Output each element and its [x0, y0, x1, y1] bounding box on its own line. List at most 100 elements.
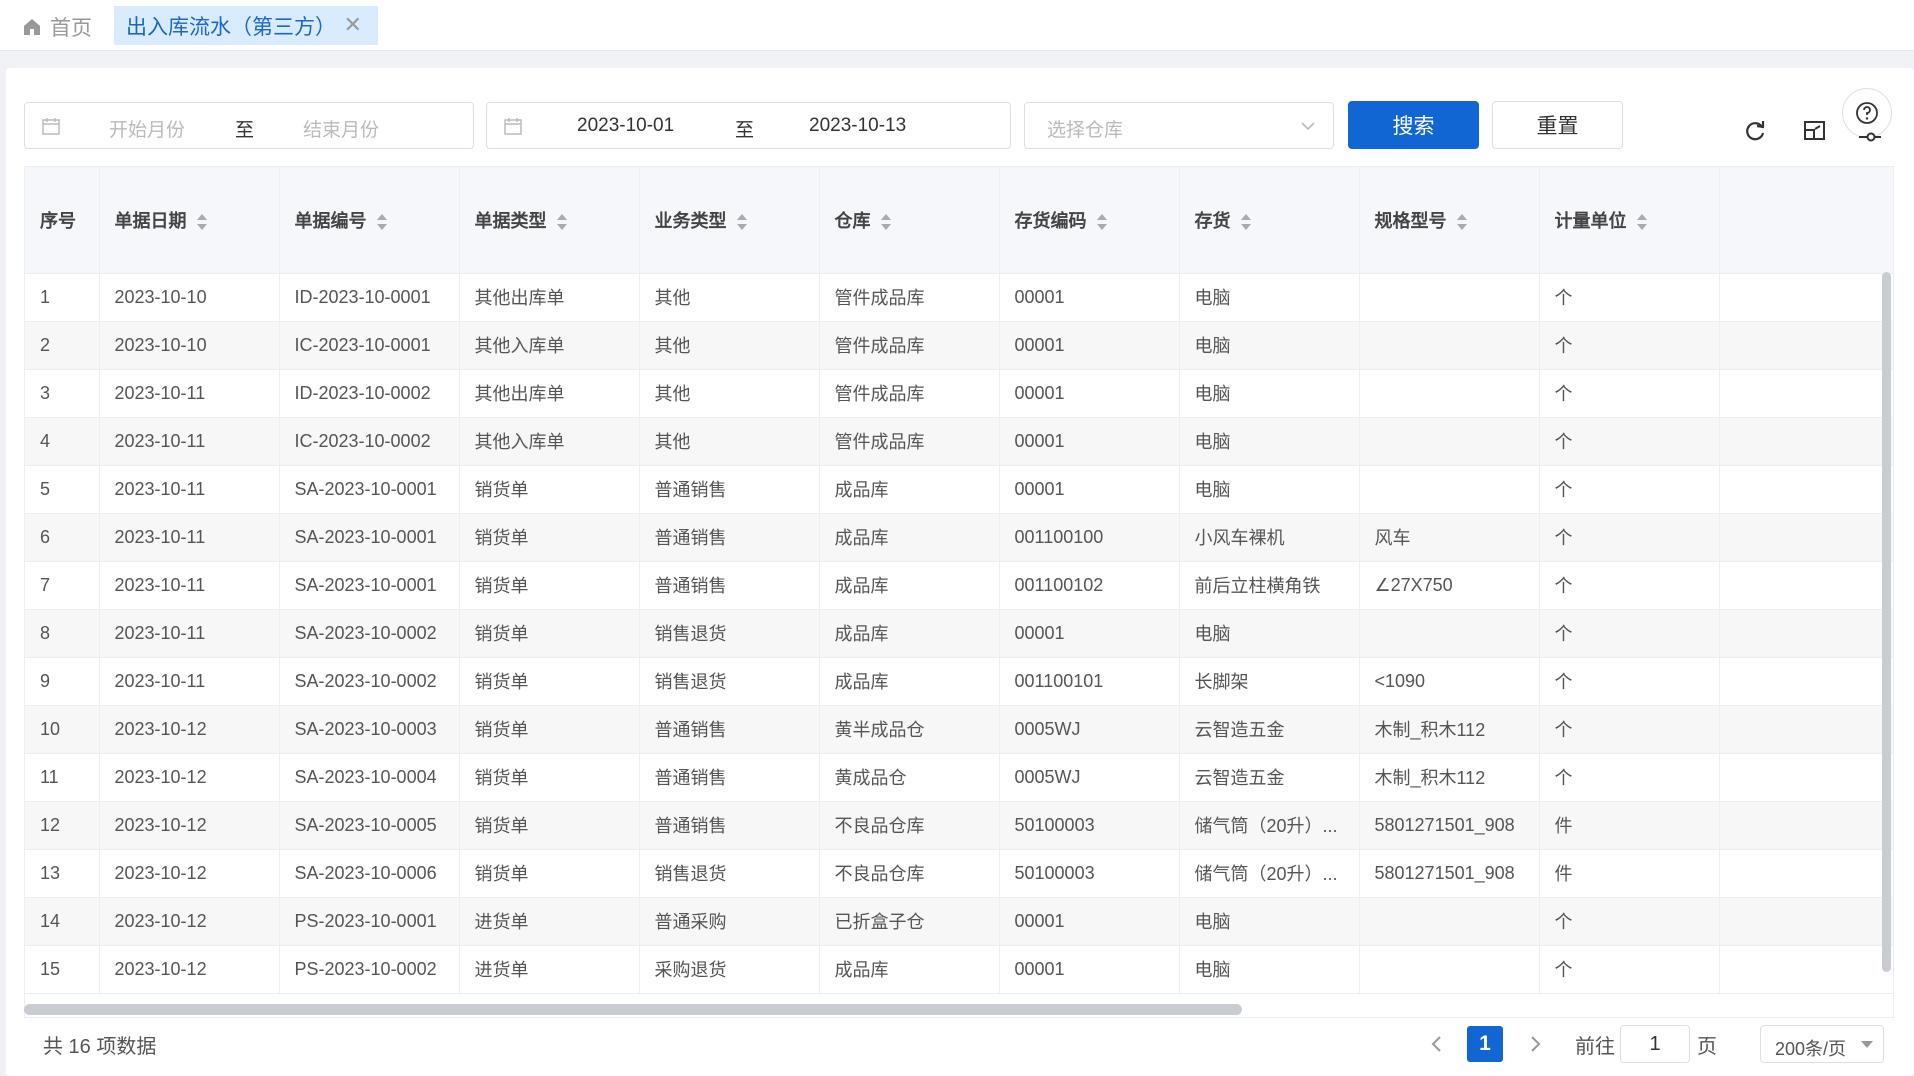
- table-cell: 成品库: [819, 561, 1000, 610]
- table-row[interactable]: 13 2023-10-12 SA-2023-10-0006 销货单 销售退货 不良品仓库 5…: [25, 849, 1893, 898]
- horizontal-scrollbar[interactable]: [24, 1004, 1242, 1015]
- column-header[interactable]: 单据编号: [279, 167, 460, 274]
- date-range-picker[interactable]: 2023-10-01 至 2023-10-13: [486, 102, 1011, 149]
- column-header[interactable]: 仓库: [819, 167, 1000, 274]
- table-cell: 成品库: [819, 609, 1000, 658]
- table-cell: IC-2023-10-0002: [279, 417, 460, 466]
- sort-icon[interactable]: [735, 212, 749, 232]
- table-cell: 普通销售: [639, 561, 820, 610]
- end-date-input[interactable]: 2023-10-13: [809, 115, 906, 137]
- table-row[interactable]: 15 2023-10-12 PS-2023-10-0002 进货单 采购退货 成品库 000…: [25, 945, 1893, 994]
- close-icon[interactable]: ✕: [344, 14, 362, 36]
- table-cell: 00001: [999, 369, 1180, 418]
- table-row[interactable]: 14 2023-10-12 PS-2023-10-0001 进货单 普通采购 已折盒子仓 0…: [25, 897, 1893, 946]
- search-button[interactable]: 搜索: [1348, 101, 1479, 149]
- chevron-down-icon: [1301, 122, 1315, 131]
- table-cell: 电脑: [1179, 897, 1360, 946]
- sort-icon[interactable]: [1095, 212, 1109, 232]
- column-header[interactable]: 存货: [1179, 167, 1360, 274]
- column-header[interactable]: 单据日期: [99, 167, 280, 274]
- table-cell: 其他入库单: [459, 321, 640, 370]
- column-header[interactable]: 入库数量: [1719, 167, 1893, 274]
- tab-home[interactable]: 首页: [22, 8, 92, 45]
- table-cell: 普通销售: [639, 513, 820, 562]
- next-page-icon[interactable]: [1524, 1033, 1546, 1055]
- table-cell: SA-2023-10-0006: [279, 849, 460, 898]
- table-cell: 其他: [639, 417, 820, 466]
- reset-button[interactable]: 重置: [1492, 101, 1623, 149]
- column-settings-icon[interactable]: [1857, 130, 1883, 144]
- table-row[interactable]: 1 2023-10-10 ID-2023-10-0001 其他出库单 其他 管件成品库 00…: [25, 273, 1893, 322]
- column-header[interactable]: 业务类型: [639, 167, 820, 274]
- table-row[interactable]: 3 2023-10-11 ID-2023-10-0002 其他出库单 其他 管件成品库 00…: [25, 369, 1893, 418]
- sort-icon[interactable]: [195, 212, 209, 232]
- table-cell: [1359, 609, 1540, 658]
- table-row[interactable]: 9 2023-10-11 SA-2023-10-0002 销货单 销售退货 成品库 0011…: [25, 657, 1893, 706]
- tab-stock-flow[interactable]: 出入库流水（第三方） ✕: [114, 6, 378, 45]
- table-row[interactable]: 11 2023-10-12 SA-2023-10-0004 销货单 普通销售 黄成品仓 00…: [25, 753, 1893, 802]
- table-cell: 00001: [999, 897, 1180, 946]
- column-header[interactable]: 存货编码: [999, 167, 1180, 274]
- table-cell: 风车: [1359, 513, 1540, 562]
- start-month-input[interactable]: 开始月份: [109, 115, 185, 142]
- table-row[interactable]: 10 2023-10-12 SA-2023-10-0003 销货单 普通销售 黄半成品仓 0…: [25, 705, 1893, 754]
- fullscreen-icon[interactable]: [1802, 118, 1828, 144]
- calendar-icon: [42, 118, 60, 135]
- table-cell: 1: [25, 273, 100, 322]
- column-header[interactable]: 计量单位: [1539, 167, 1720, 274]
- sort-icon[interactable]: [1239, 212, 1253, 232]
- table-cell: 个: [1539, 897, 1720, 946]
- goto-page-input[interactable]: [1620, 1025, 1690, 1063]
- table-cell: 件: [1539, 849, 1720, 898]
- column-header[interactable]: 单据类型: [459, 167, 640, 274]
- start-date-input[interactable]: 2023-10-01: [577, 115, 674, 137]
- prev-page-icon[interactable]: [1426, 1033, 1448, 1055]
- vertical-scrollbar[interactable]: [1882, 272, 1891, 972]
- table-cell: SA-2023-10-0001: [279, 561, 460, 610]
- sort-icon[interactable]: [1635, 212, 1649, 232]
- table-cell: 电脑: [1179, 609, 1360, 658]
- table-row[interactable]: 5 2023-10-11 SA-2023-10-0001 销货单 普通销售 成品库 0000…: [25, 465, 1893, 514]
- table-row[interactable]: 7 2023-10-11 SA-2023-10-0001 销货单 普通销售 成品库 0011…: [25, 561, 1893, 610]
- table-cell: [1359, 369, 1540, 418]
- table-cell: 黄成品仓: [819, 753, 1000, 802]
- table-cell: [1359, 945, 1540, 994]
- table-row[interactable]: 2 2023-10-10 IC-2023-10-0001 其他入库单 其他 管件成品库 00…: [25, 321, 1893, 370]
- table-cell: [1359, 273, 1540, 322]
- column-header-label: 单据日期: [114, 210, 187, 231]
- table-cell: 个: [1539, 513, 1720, 562]
- sort-icon[interactable]: [555, 212, 569, 232]
- end-month-input[interactable]: 结束月份: [303, 115, 379, 142]
- table-cell: SA-2023-10-0002: [279, 609, 460, 658]
- warehouse-select[interactable]: 选择仓库: [1024, 102, 1334, 149]
- table-cell: 00001: [999, 417, 1180, 466]
- table-cell: 件: [1539, 801, 1720, 850]
- table-cell: [1719, 657, 1893, 706]
- table-row[interactable]: 6 2023-10-11 SA-2023-10-0001 销货单 普通销售 成品库 0011…: [25, 513, 1893, 562]
- table-cell: SA-2023-10-0001: [279, 513, 460, 562]
- table-cell: 销货单: [459, 513, 640, 562]
- page-number-current[interactable]: 1: [1467, 1026, 1503, 1062]
- table-cell: ID-2023-10-0002: [279, 369, 460, 418]
- sort-icon[interactable]: [1455, 212, 1469, 232]
- table-cell: ID-2023-10-0001: [279, 273, 460, 322]
- column-header[interactable]: 规格型号: [1359, 167, 1540, 274]
- table-cell: [1359, 321, 1540, 370]
- table-row[interactable]: 12 2023-10-12 SA-2023-10-0005 销货单 普通销售 不良品仓库 5…: [25, 801, 1893, 850]
- table-cell: 管件成品库: [819, 369, 1000, 418]
- table-row[interactable]: 8 2023-10-11 SA-2023-10-0002 销货单 销售退货 成品库 0000…: [25, 609, 1893, 658]
- table-cell: 个: [1539, 945, 1720, 994]
- page-size-select[interactable]: 200条/页: [1760, 1025, 1884, 1063]
- table-row[interactable]: 4 2023-10-11 IC-2023-10-0002 其他入库单 其他 管件成品库 00…: [25, 417, 1893, 466]
- table-cell: 2023-10-11: [99, 657, 280, 706]
- sort-icon[interactable]: [375, 212, 389, 232]
- table-cell: 电脑: [1179, 273, 1360, 322]
- table-cell: PS-2023-10-0001: [279, 897, 460, 946]
- refresh-icon[interactable]: [1742, 118, 1768, 144]
- sort-icon[interactable]: [879, 212, 893, 232]
- table-cell: 00001: [999, 609, 1180, 658]
- month-range-separator: 至: [235, 120, 255, 141]
- month-range-picker[interactable]: 开始月份 至 结束月份: [24, 102, 474, 149]
- column-header[interactable]: 序号: [25, 167, 100, 274]
- table-cell: 7: [25, 561, 100, 610]
